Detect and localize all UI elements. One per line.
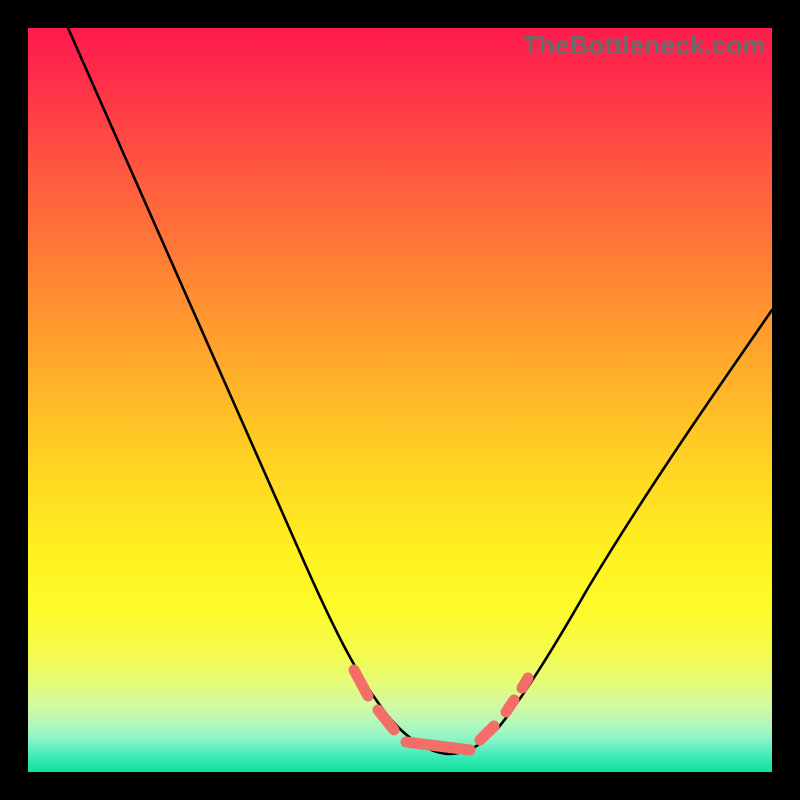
watermark-text: TheBottleneck.com <box>523 30 766 61</box>
plot-area: TheBottleneck.com <box>28 28 772 772</box>
bottleneck-curve <box>28 28 772 772</box>
chart-frame: TheBottleneck.com <box>0 0 800 800</box>
trough-markers <box>354 670 528 750</box>
